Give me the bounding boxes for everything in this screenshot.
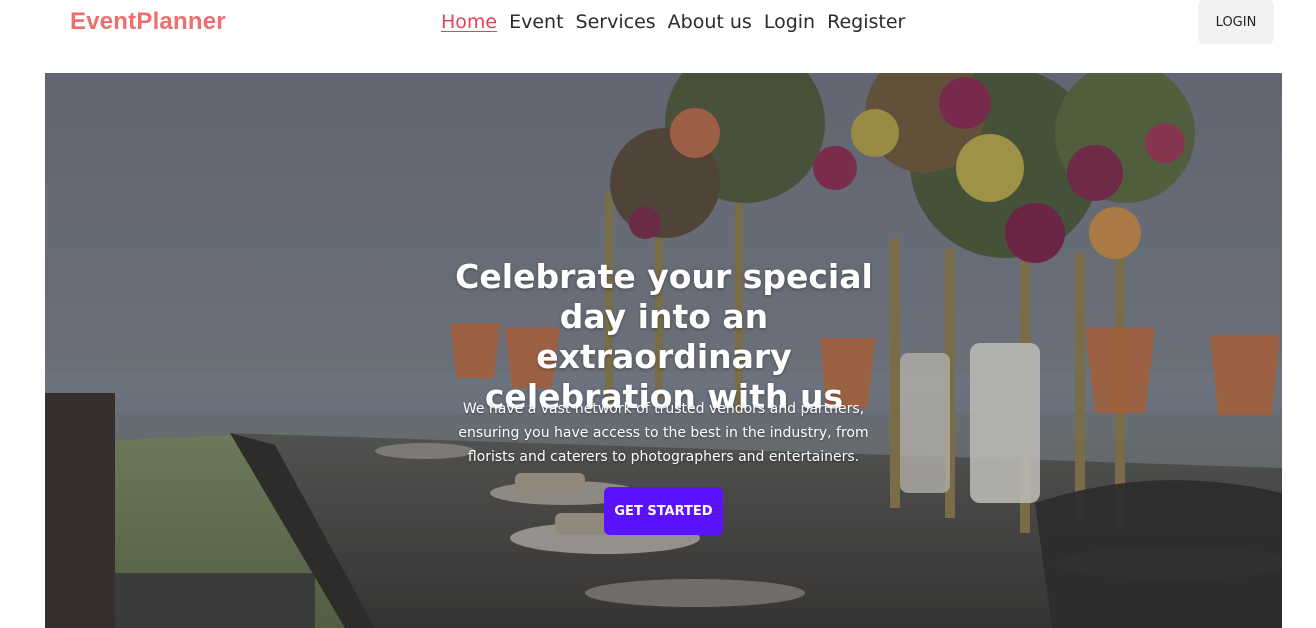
- main-nav: Home Event Services About us Login Regis…: [441, 10, 905, 34]
- nav-link-register[interactable]: Register: [827, 10, 905, 34]
- login-button[interactable]: LOGIN: [1198, 0, 1274, 44]
- brand-logo[interactable]: EventPlanner: [70, 8, 226, 36]
- get-started-button[interactable]: GET STARTED: [604, 487, 723, 535]
- nav-link-home[interactable]: Home: [441, 10, 497, 34]
- hero-subtitle: We have a vast network of trusted vendor…: [458, 401, 869, 465]
- hero-title: Celebrate your special day into an extra…: [455, 257, 873, 416]
- nav-link-event[interactable]: Event: [509, 10, 563, 34]
- top-navbar: EventPlanner Home Event Services About u…: [0, 0, 1316, 60]
- hero-banner: Celebrate your special day into an extra…: [45, 73, 1282, 628]
- nav-link-services[interactable]: Services: [576, 10, 656, 34]
- nav-link-login[interactable]: Login: [764, 10, 815, 34]
- nav-link-about[interactable]: About us: [668, 10, 752, 34]
